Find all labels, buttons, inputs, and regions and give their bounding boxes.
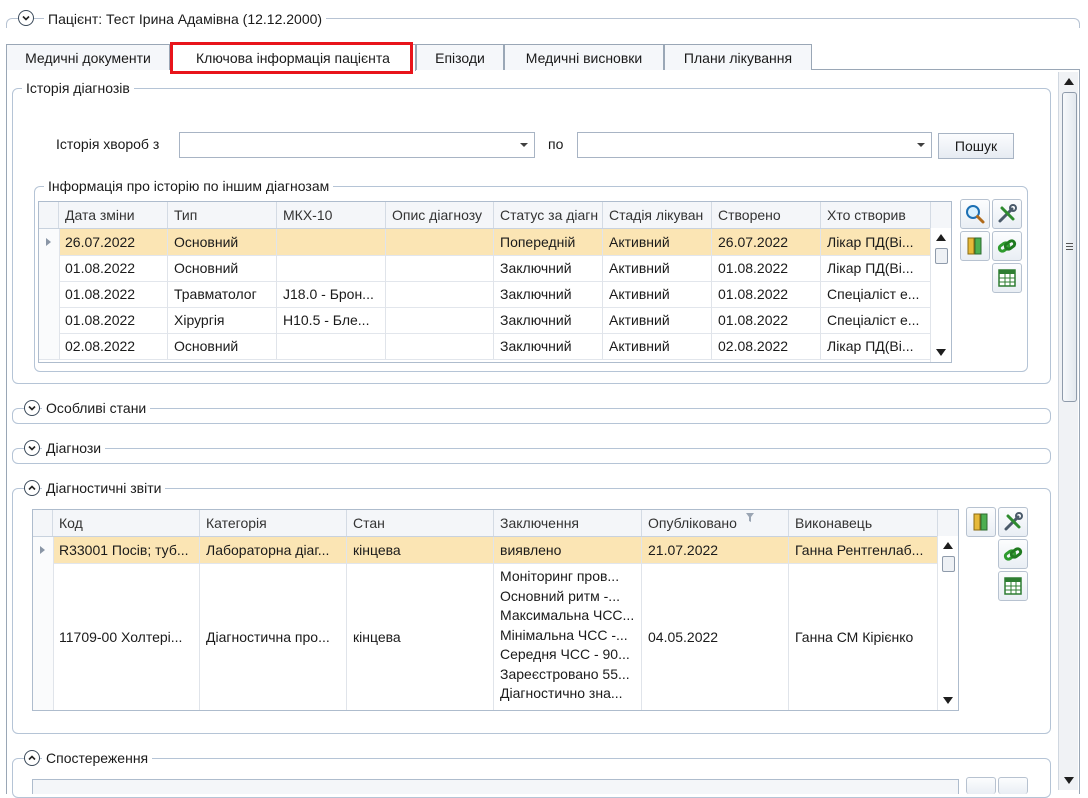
table-row[interactable]: 01.08.2022 Хірургія H10.5 - Бле... Заклю… [39,307,931,334]
collapse-chevron-icon[interactable] [24,480,40,496]
scroll-down-icon[interactable] [1064,777,1074,784]
column-header[interactable]: Заключення [494,510,642,536]
book-icon[interactable] [966,777,996,794]
column-header[interactable]: Опис діагнозу [386,202,494,228]
column-header[interactable]: Виконавець [789,510,938,536]
history-to-combo[interactable] [577,132,932,158]
expand-chevron-icon[interactable] [24,440,40,456]
spreadsheet-icon[interactable] [992,263,1022,293]
reports-grid-scrollbar[interactable] [937,536,958,710]
tab-treatment-plans[interactable]: Плани лікування [664,44,812,70]
spreadsheet-icon[interactable] [998,571,1028,601]
column-header[interactable]: Код [53,510,200,536]
column-header[interactable]: Створено [712,202,821,228]
column-header[interactable]: Статус за діагн [494,202,603,228]
patient-title: Пацієнт: Тест Ірина Адамівна (12.12.2000… [44,11,327,27]
patient-header: Пацієнт: Тест Ірина Адамівна (12.12.2000… [6,6,1080,30]
scroll-up-icon[interactable] [1064,78,1074,85]
table-row[interactable]: R33001 Посів; туб... Лабораторна діаг...… [33,537,938,564]
history-grid: Дата зміни Тип МКХ-10 Опис діагнозу Стат… [38,201,952,363]
history-grid-scrollbar[interactable] [930,228,951,362]
search-button[interactable]: Пошук [938,133,1014,159]
table-row[interactable]: 01.08.2022 Травматолог J18.0 - Брон... З… [39,281,931,308]
scroll-thumb[interactable] [1062,92,1077,402]
column-header[interactable]: Хто створив [821,202,931,228]
table-row[interactable]: 01.08.2022 Основний Заключний Активний 0… [39,255,931,282]
observations-grid [32,779,959,794]
reports-grid: Код Категорія Стан Заключення Опублікова… [32,509,959,711]
table-row[interactable]: 26.07.2022 Основний Попередній Активний … [39,229,931,256]
chevron-down-icon [520,143,528,147]
filter-icon[interactable] [746,513,754,522]
book-icon[interactable] [960,231,990,261]
chevron-down-icon [917,143,925,147]
tools-icon[interactable] [998,507,1028,537]
search-icon[interactable] [960,199,990,229]
link-icon[interactable] [998,539,1028,569]
tab-episodes[interactable]: Епізоди [416,44,504,70]
tab-strip: Медичні документи Ключова інформація пац… [6,44,1080,71]
column-header[interactable]: Опубліковано [642,510,789,536]
table-row[interactable]: 02.08.2022 Основний Заключний Активний 0… [39,333,931,360]
diagnosis-history-title: Історія діагнозів [22,80,134,96]
column-header[interactable]: Дата зміни [59,202,168,228]
table-row[interactable]: 11709-00 Холтері... Діагностична про... … [33,563,938,710]
tab-medical-documents[interactable]: Медичні документи [6,44,170,70]
special-states-group [12,408,1051,424]
tools-icon[interactable] [992,199,1022,229]
tab-medical-conclusions[interactable]: Медичні висновки [504,44,664,70]
history-from-combo[interactable] [179,132,535,158]
column-header[interactable]: Тип [168,202,277,228]
collapse-chevron-icon[interactable] [18,10,34,26]
tools-icon[interactable] [998,777,1028,794]
diagnoses-group [12,448,1051,464]
column-header[interactable]: Стан [347,510,494,536]
diagnoses-title: Діагнози [42,440,106,456]
history-to-label: по [548,136,564,152]
link-icon[interactable] [992,231,1022,261]
observations-title: Спостереження [42,750,153,766]
book-icon[interactable] [966,507,996,537]
diagnostic-reports-title: Діагностичні звіти [42,480,166,496]
history-from-label: Історія хвороб з [56,136,160,152]
expand-chevron-icon[interactable] [24,400,40,416]
main-scrollbar[interactable] [1058,72,1078,790]
column-header[interactable]: Стадія лікуван [603,202,712,228]
column-header[interactable]: МКХ-10 [277,202,386,228]
column-header[interactable]: Категорія [200,510,347,536]
other-diagnoses-title: Інформація про історію по іншим діагноза… [44,178,334,194]
collapse-chevron-icon[interactable] [24,750,40,766]
special-states-title: Особливі стани [42,400,151,416]
